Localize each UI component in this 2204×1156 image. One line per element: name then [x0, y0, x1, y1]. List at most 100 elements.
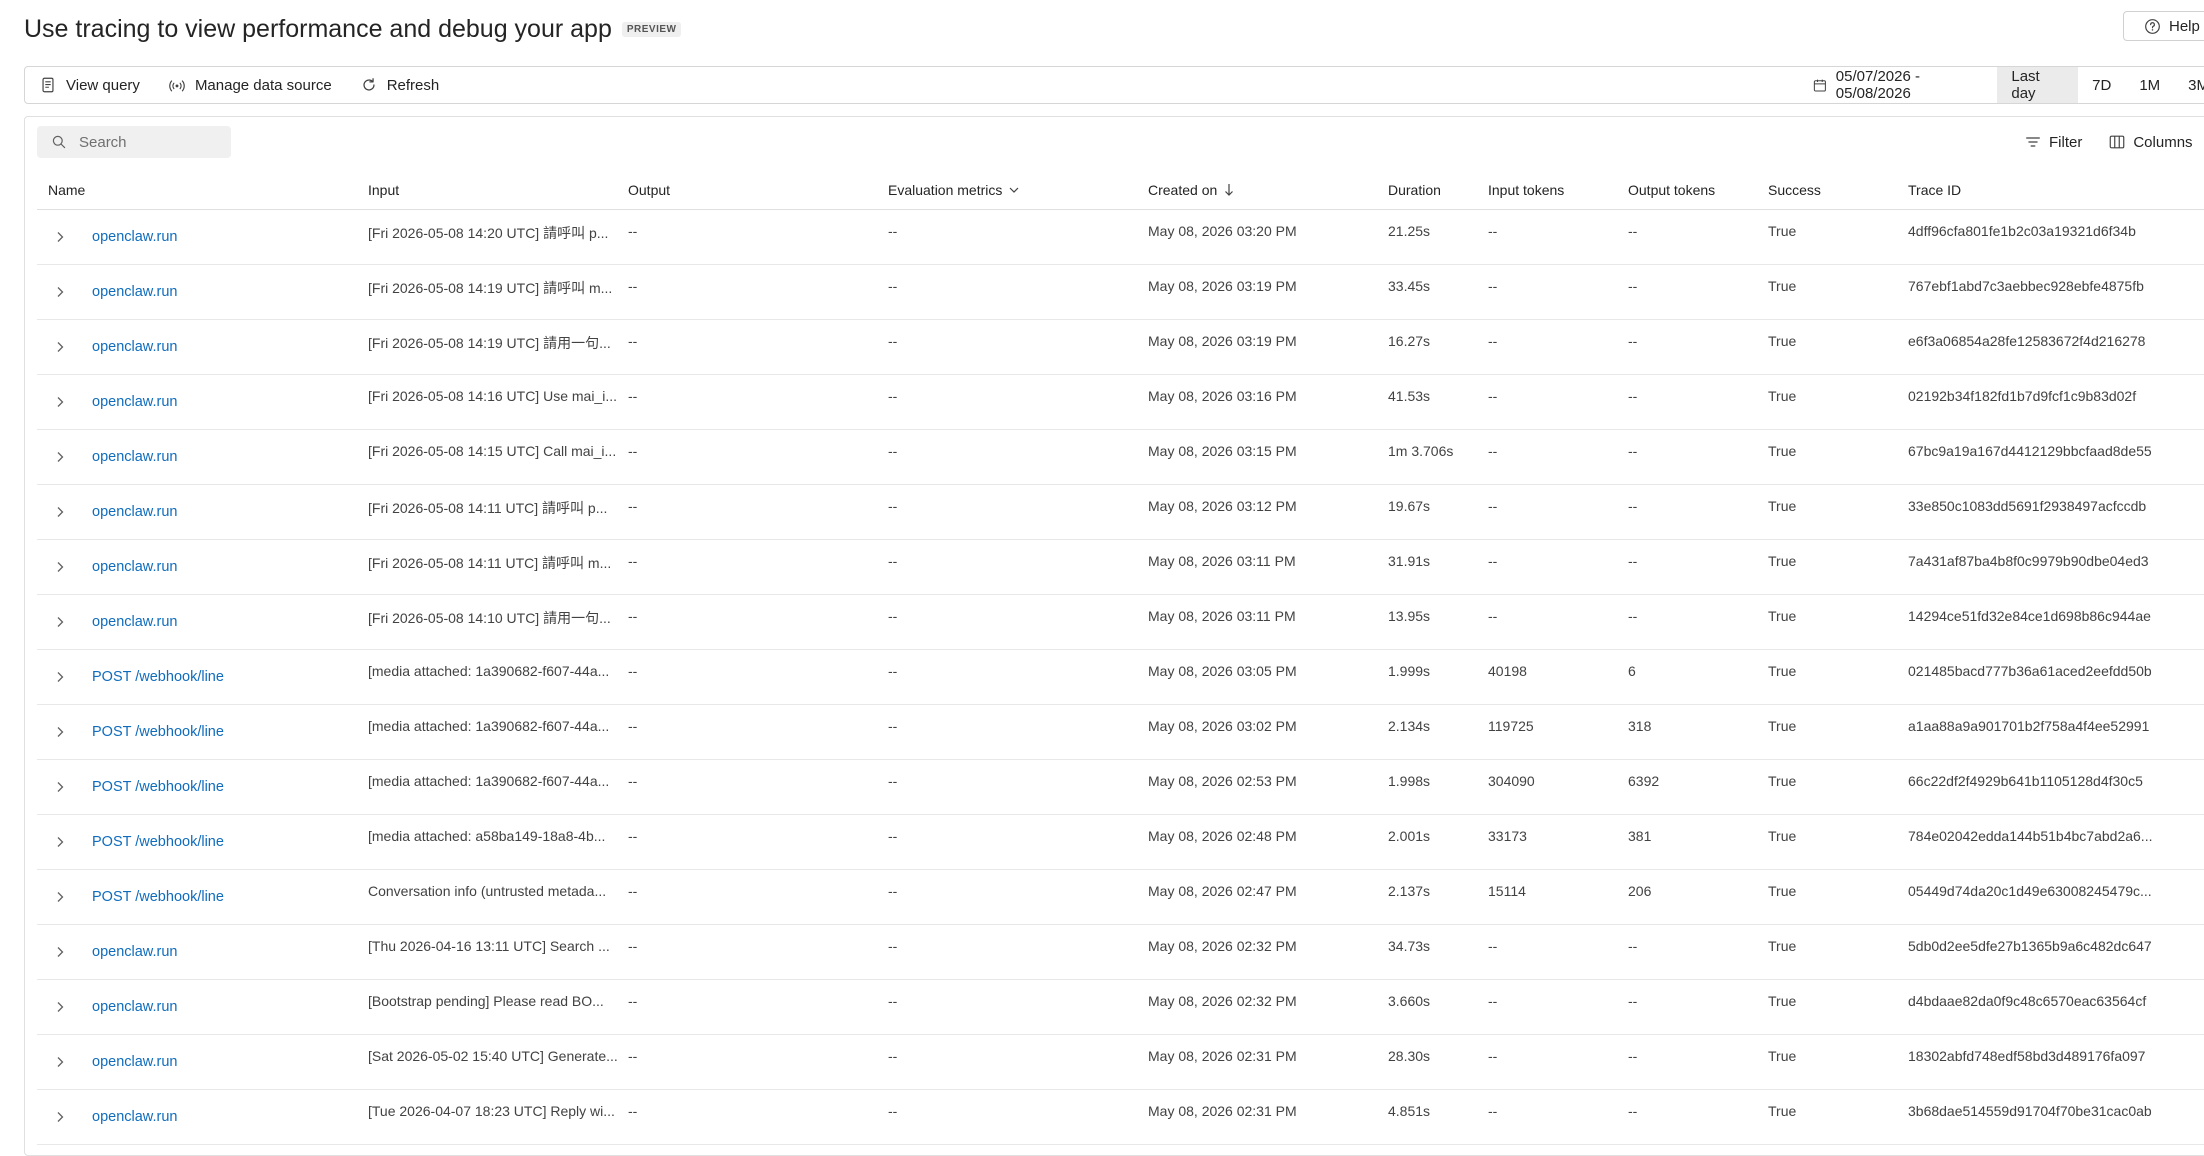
trace-id-cell: 18302abfd748edf58bd3d489176fa097: [1908, 1048, 2146, 1064]
expand-row-button[interactable]: [53, 209, 67, 264]
range-last-day[interactable]: Last day: [1997, 67, 2079, 103]
expand-row-button[interactable]: [53, 1089, 67, 1144]
trace-name-link[interactable]: openclaw.run: [92, 1054, 177, 1070]
col-trace-id-header[interactable]: Trace ID: [1908, 171, 1961, 209]
table-row[interactable]: openclaw.run [Tue 2026-04-07 18:23 UTC] R…: [37, 1089, 2204, 1145]
expand-row-button[interactable]: [53, 374, 67, 429]
col-created-header[interactable]: Created on: [1148, 171, 1235, 209]
table-row[interactable]: POST /webhook/line [media attached: a58ba…: [37, 814, 2204, 870]
table-row[interactable]: POST /webhook/line [media attached: 1a390…: [37, 649, 2204, 705]
expand-row-button[interactable]: [53, 869, 67, 924]
created-cell: May 08, 2026 02:31 PM: [1148, 1103, 1297, 1119]
table-row[interactable]: openclaw.run [Fri 2026-05-08 14:11 UTC] 請…: [37, 484, 2204, 540]
duration-cell: 3.660s: [1388, 993, 1431, 1009]
input-cell: [Fri 2026-05-08 14:19 UTC] 請呼叫 m...: [368, 280, 613, 296]
name-cell: POST /webhook/line: [92, 704, 224, 759]
name-cell: POST /webhook/line: [92, 759, 224, 814]
range-3m[interactable]: 3M: [2174, 67, 2204, 103]
trace-id-cell: 3b68dae514559d91704f70be31cac0ab: [1908, 1103, 2152, 1119]
output-tokens-cell: --: [1628, 1103, 1638, 1119]
input-cell: [Thu 2026-04-16 13:11 UTC] Search ...: [368, 938, 610, 954]
table-row[interactable]: openclaw.run [Bootstrap pending] Please r…: [37, 979, 2204, 1035]
trace-name-link[interactable]: openclaw.run: [92, 394, 177, 410]
range-7d[interactable]: 7D: [2078, 67, 2125, 103]
filter-button[interactable]: Filter: [2024, 133, 2082, 151]
expand-row-button[interactable]: [53, 924, 67, 979]
expand-row-button[interactable]: [53, 1034, 67, 1089]
trace-name-link[interactable]: openclaw.run: [92, 559, 177, 575]
toolbar: View query Manage data source Refresh 05…: [24, 66, 2204, 104]
expand-row-button[interactable]: [53, 979, 67, 1034]
trace-name-link[interactable]: openclaw.run: [92, 229, 177, 245]
expand-row-button[interactable]: [53, 594, 67, 649]
table-row[interactable]: openclaw.run [Fri 2026-05-08 14:15 UTC] C…: [37, 429, 2204, 485]
col-output-header[interactable]: Output: [628, 171, 670, 209]
trace-name-link[interactable]: openclaw.run: [92, 1109, 177, 1125]
input-tokens-cell: 119725: [1488, 718, 1534, 734]
trace-name-link[interactable]: openclaw.run: [92, 449, 177, 465]
manage-data-source-button[interactable]: Manage data source: [154, 67, 346, 103]
table-row[interactable]: openclaw.run [Fri 2026-05-08 14:16 UTC] U…: [37, 374, 2204, 430]
trace-name-link[interactable]: POST /webhook/line: [92, 724, 224, 740]
col-output-tokens-header[interactable]: Output tokens: [1628, 171, 1715, 209]
table-row[interactable]: openclaw.run [Fri 2026-05-08 14:10 UTC] 請…: [37, 594, 2204, 650]
col-eval-label: Evaluation metrics: [888, 182, 1003, 198]
success-cell: True: [1768, 828, 1797, 844]
trace-name-link[interactable]: openclaw.run: [92, 944, 177, 960]
refresh-label: Refresh: [386, 76, 440, 94]
refresh-icon: [363, 78, 375, 91]
col-eval-header[interactable]: Evaluation metrics: [888, 171, 1020, 209]
table-row[interactable]: openclaw.run [Fri 2026-05-08 14:19 UTC] 請…: [37, 319, 2204, 375]
chevron-right-icon: [57, 726, 64, 737]
trace-name-link[interactable]: openclaw.run: [92, 614, 177, 630]
input-cell: [media attached: 1a390682-f607-44a...: [368, 773, 610, 789]
table-row[interactable]: openclaw.run [Sat 2026-05-02 15:40 UTC] G…: [37, 1034, 2204, 1090]
col-name-header[interactable]: Name: [48, 171, 85, 209]
output-cell: --: [628, 773, 638, 789]
expand-row-button[interactable]: [53, 814, 67, 869]
expand-row-button[interactable]: [53, 539, 67, 594]
range-1m[interactable]: 1M: [2125, 67, 2174, 103]
expand-row-button[interactable]: [53, 319, 67, 374]
expand-row-button[interactable]: [53, 704, 67, 759]
columns-button[interactable]: Columns: [2108, 133, 2193, 151]
output-tokens-cell: 6: [1628, 663, 1636, 679]
trace-name-link[interactable]: openclaw.run: [92, 339, 177, 355]
table-row[interactable]: POST /webhook/line [media attached: 1a390…: [37, 759, 2204, 815]
expand-row-button[interactable]: [53, 429, 67, 484]
view-query-button[interactable]: View query: [25, 67, 154, 103]
expand-row-button[interactable]: [53, 484, 67, 539]
eval-cell: --: [888, 773, 898, 789]
chevron-right-icon: [57, 286, 64, 297]
table-row[interactable]: openclaw.run [Thu 2026-04-16 13:11 UTC] S…: [37, 924, 2204, 980]
search-input[interactable]: [77, 132, 221, 152]
output-cell: --: [628, 663, 638, 679]
table-row[interactable]: openclaw.run [Fri 2026-05-08 14:11 UTC] 請…: [37, 539, 2204, 595]
col-success-header[interactable]: Success: [1768, 171, 1821, 209]
expand-row-button[interactable]: [53, 649, 67, 704]
refresh-button[interactable]: Refresh: [346, 67, 454, 103]
table-row[interactable]: POST /webhook/line [media attached: 1a390…: [37, 704, 2204, 760]
col-input-tokens-header[interactable]: Input tokens: [1488, 171, 1564, 209]
table-row[interactable]: openclaw.run [Fri 2026-05-08 14:20 UTC] 請…: [37, 209, 2204, 265]
trace-name-link[interactable]: openclaw.run: [92, 504, 177, 520]
col-input-tokens-label: Input tokens: [1488, 182, 1565, 198]
trace-id-cell: 33e850c1083dd5691f2938497acfccdb: [1908, 498, 2147, 514]
trace-name-link[interactable]: POST /webhook/line: [92, 889, 224, 905]
search-box[interactable]: [37, 126, 231, 158]
date-range-picker[interactable]: 05/07/2026 - 05/08/2026: [1802, 68, 1997, 102]
expand-row-button[interactable]: [53, 264, 67, 319]
trace-name-link[interactable]: openclaw.run: [92, 999, 177, 1015]
trace-name-link[interactable]: POST /webhook/line: [92, 834, 224, 850]
col-input-header[interactable]: Input: [368, 171, 399, 209]
expand-row-button[interactable]: [53, 759, 67, 814]
table-row[interactable]: openclaw.run [Fri 2026-05-08 14:19 UTC] 請…: [37, 264, 2204, 320]
input-cell: [Bootstrap pending] Please read BO...: [368, 993, 604, 1009]
table-row[interactable]: POST /webhook/line Conversation info (unt…: [37, 869, 2204, 925]
help-button[interactable]: Help: [2123, 11, 2204, 41]
trace-name-link[interactable]: POST /webhook/line: [92, 779, 224, 795]
trace-name-link[interactable]: openclaw.run: [92, 284, 177, 300]
broadcast-icon: [169, 80, 185, 92]
col-duration-header[interactable]: Duration: [1388, 171, 1441, 209]
trace-name-link[interactable]: POST /webhook/line: [92, 669, 224, 685]
